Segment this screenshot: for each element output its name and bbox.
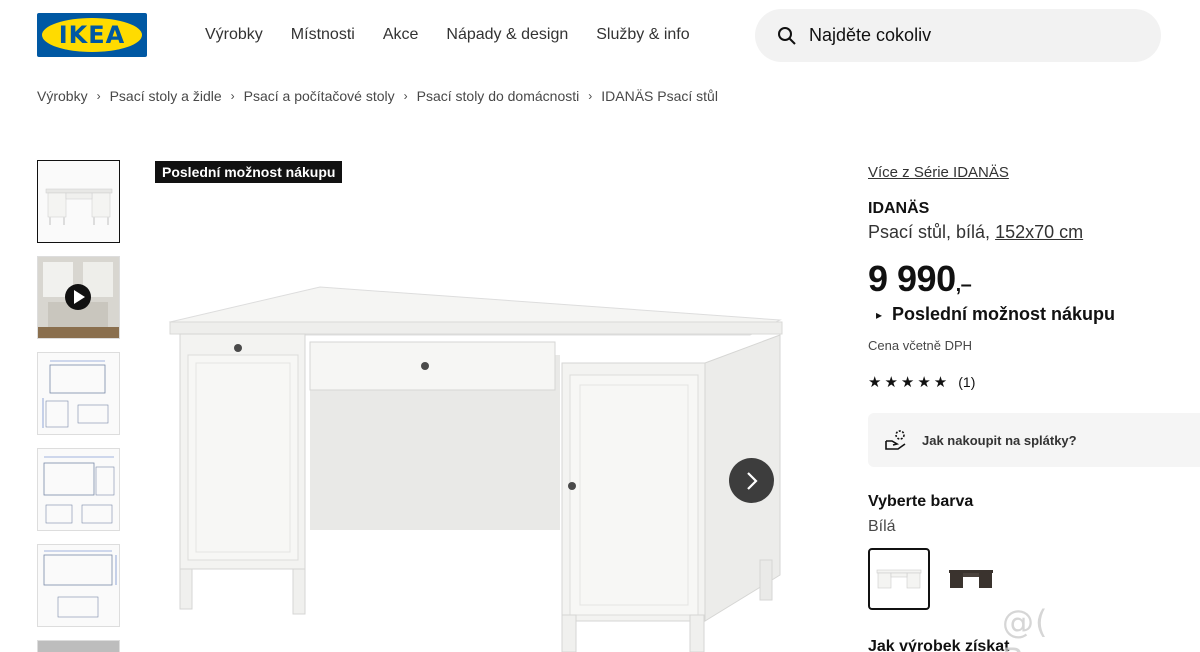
thumbnail-product-front[interactable] [37, 160, 120, 243]
product-description: Psací stůl, bílá, 152x70 cm [868, 222, 1083, 243]
breadcrumb-current[interactable]: IDANÄS Psací stůl [601, 88, 718, 104]
installment-label: Jak nakoupit na splátky? [922, 432, 1077, 448]
search-input[interactable] [809, 25, 1129, 46]
chevron-right-icon: › [96, 89, 101, 103]
product-type: Psací stůl, bílá, [868, 222, 991, 242]
white-desk-swatch [876, 569, 922, 589]
chevron-right-icon: › [403, 89, 408, 103]
vat-note: Cena včetně DPH [868, 338, 973, 353]
price-suffix: ,– [955, 274, 972, 296]
product-name: IDANÄS [868, 200, 930, 217]
watermark: @( Bazos.cz [1002, 603, 1148, 652]
rating-count: (1) [958, 374, 976, 390]
dark-desk-swatch [949, 570, 993, 588]
desk-thumbnail-image [45, 188, 113, 225]
chevron-right-icon: › [230, 89, 235, 103]
breadcrumb-item[interactable]: Výrobky [37, 88, 88, 104]
nav-item-mistnosti[interactable]: Místnosti [291, 26, 355, 44]
series-link[interactable]: Více z Série IDANÄS [868, 164, 1009, 181]
nav-item-sluzby[interactable]: Služby & info [596, 26, 689, 44]
chevron-right-icon: › [588, 89, 593, 103]
logo-text: IKEA [58, 21, 126, 49]
next-image-button[interactable] [729, 458, 774, 503]
ikea-logo[interactable]: IKEA [37, 13, 147, 57]
nav-item-vyrobky[interactable]: Výrobky [205, 26, 263, 44]
chevron-right-icon [746, 471, 758, 490]
color-selector-title: Vyberte barva [868, 493, 974, 510]
thumbnail-strip [37, 160, 120, 652]
search-icon [778, 26, 796, 45]
color-swatch-dark-brown[interactable] [940, 548, 1002, 610]
price-value: 9 990 [868, 258, 956, 299]
dimensions-drawing [43, 550, 117, 618]
status-badge: Poslední možnost nákupu [155, 161, 343, 183]
installment-info-button[interactable]: Jak nakoupit na splátky? [868, 413, 1200, 467]
dimensions-drawing [42, 360, 109, 428]
hand-coin-icon [885, 430, 906, 450]
product-price: 9 990,– [868, 258, 972, 300]
product-main-image[interactable] [150, 195, 795, 652]
last-chance-label: Poslední možnost nákupu [892, 304, 1116, 324]
breadcrumb-item[interactable]: Psací stoly do domácnosti [417, 88, 580, 104]
color-swatch-white[interactable] [868, 548, 930, 610]
search-bar[interactable] [755, 9, 1161, 62]
thumbnail-dimensions-1[interactable] [37, 352, 120, 435]
breadcrumb-item[interactable]: Psací stoly a židle [110, 88, 222, 104]
dimensions-drawing [43, 456, 115, 524]
desk-illustration [168, 286, 783, 652]
triangle-right-icon: ▸ [876, 307, 883, 322]
thumbnail-video[interactable] [37, 256, 120, 339]
how-to-get-heading: Jak výrobek získat [868, 638, 1010, 652]
rating[interactable]: ★★★★★ (1) [868, 373, 975, 391]
product-dimensions-link[interactable]: 152x70 cm [995, 222, 1083, 242]
nav-item-napady[interactable]: Nápady & design [446, 26, 568, 44]
thumbnail-more[interactable] [37, 640, 120, 652]
main-nav: Výrobky Místnosti Akce Nápady & design S… [205, 26, 690, 44]
star-icon: ★★★★★ [868, 374, 951, 391]
nav-item-akce[interactable]: Akce [383, 26, 419, 44]
logo-oval: IKEA [42, 18, 142, 52]
breadcrumb-item[interactable]: Psací a počítačové stoly [244, 88, 395, 104]
breadcrumb: Výrobky › Psací stoly a židle › Psací a … [37, 88, 718, 104]
selected-color: Bílá [868, 518, 896, 535]
thumbnail-dimensions-2[interactable] [37, 448, 120, 531]
last-chance-notice[interactable]: ▸ Poslední možnost nákupu [876, 304, 1115, 325]
video-thumbnail-image [38, 257, 119, 338]
thumbnail-dimensions-3[interactable] [37, 544, 120, 627]
